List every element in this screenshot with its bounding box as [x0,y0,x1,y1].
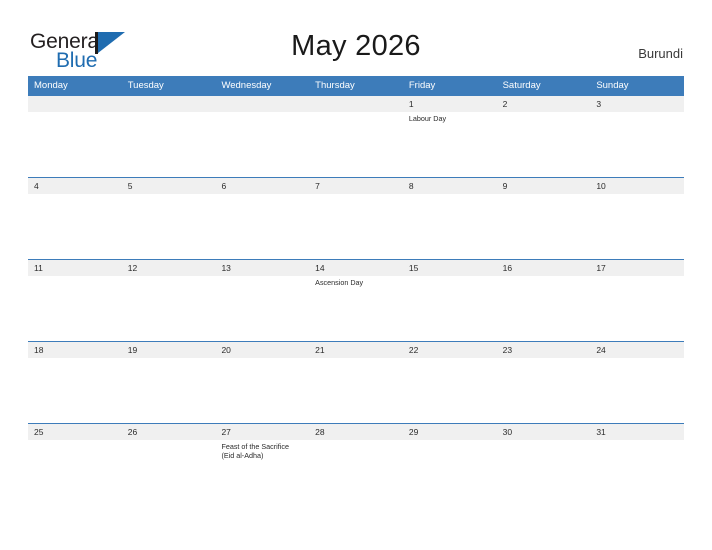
week-row: 25 26 27 28 29 30 31 Feast of the Sacrif… [28,423,684,512]
day-number[interactable]: 25 [28,424,122,440]
day-event[interactable] [122,358,216,423]
week-day-number-band: 1 2 3 [28,96,684,112]
day-event[interactable] [590,194,684,259]
day-number[interactable]: 27 [215,424,309,440]
day-number[interactable]: 6 [215,178,309,194]
day-number[interactable]: 15 [403,260,497,276]
weekday-tuesday: Tuesday [127,80,164,91]
day-number[interactable] [28,96,122,112]
page-title: May 2026 [291,30,421,62]
day-event[interactable] [497,440,591,512]
day-event[interactable] [215,112,309,177]
day-event[interactable] [122,276,216,341]
day-number[interactable]: 16 [497,260,591,276]
week-event-band [28,194,684,259]
day-event[interactable] [497,358,591,423]
day-number[interactable] [215,96,309,112]
weekday-sunday: Sunday [596,80,629,91]
day-number[interactable]: 11 [28,260,122,276]
day-number[interactable]: 1 [403,96,497,112]
day-event[interactable] [28,358,122,423]
day-event[interactable] [122,194,216,259]
day-number[interactable]: 9 [497,178,591,194]
day-event[interactable] [403,276,497,341]
day-event[interactable] [309,194,403,259]
calendar-grid: Monday Tuesday Wednesday Thursday Friday… [28,76,684,512]
day-number[interactable]: 23 [497,342,591,358]
day-event[interactable] [122,440,216,512]
day-event[interactable] [309,358,403,423]
day-event[interactable] [403,358,497,423]
day-number[interactable]: 2 [497,96,591,112]
weekday-saturday: Saturday [502,80,541,91]
weekday-friday: Friday [408,80,436,91]
week-day-number-band: 4 5 6 7 8 9 10 [28,178,684,194]
day-event[interactable] [215,194,309,259]
week-event-band [28,358,684,423]
day-number[interactable]: 5 [122,178,216,194]
day-event[interactable] [590,358,684,423]
day-event[interactable]: Ascension Day [309,276,403,341]
day-event[interactable] [215,276,309,341]
day-event[interactable] [28,194,122,259]
day-number[interactable]: 24 [590,342,684,358]
day-event[interactable] [497,276,591,341]
day-number[interactable]: 8 [403,178,497,194]
week-day-number-band: 25 26 27 28 29 30 31 [28,424,684,440]
week-row: 4 5 6 7 8 9 10 [28,177,684,259]
week-day-number-band: 11 12 13 14 15 16 17 [28,260,684,276]
day-number[interactable]: 30 [497,424,591,440]
day-number[interactable]: 13 [215,260,309,276]
week-row: 1 2 3 Labour Day [28,96,684,177]
day-event[interactable] [403,440,497,512]
weekday-header-row: Monday Tuesday Wednesday Thursday Friday… [28,76,684,96]
week-row: 18 19 20 21 22 23 24 [28,341,684,423]
day-event[interactable] [590,112,684,177]
day-number[interactable]: 20 [215,342,309,358]
day-number[interactable]: 29 [403,424,497,440]
day-event[interactable]: Feast of the Sacrifice (Eid al-Adha) [215,440,309,512]
day-number[interactable]: 10 [590,178,684,194]
day-number[interactable]: 18 [28,342,122,358]
day-number[interactable] [309,96,403,112]
day-event[interactable] [497,112,591,177]
day-event[interactable] [28,112,122,177]
day-event[interactable] [590,276,684,341]
day-number[interactable]: 26 [122,424,216,440]
week-event-band: Feast of the Sacrifice (Eid al-Adha) [28,440,684,512]
day-number[interactable]: 4 [28,178,122,194]
day-number[interactable] [122,96,216,112]
week-day-number-band: 18 19 20 21 22 23 24 [28,342,684,358]
week-row: 11 12 13 14 15 16 17 Ascension Day [28,259,684,341]
day-number[interactable]: 21 [309,342,403,358]
weekday-wednesday: Wednesday [221,80,272,91]
day-event[interactable] [215,358,309,423]
day-number[interactable]: 17 [590,260,684,276]
day-event[interactable] [28,276,122,341]
day-event[interactable] [309,112,403,177]
day-number[interactable]: 12 [122,260,216,276]
day-number[interactable]: 3 [590,96,684,112]
day-event[interactable] [403,194,497,259]
page-header: General Blue May 2026 Burundi [0,0,712,76]
day-event[interactable] [497,194,591,259]
week-event-band: Ascension Day [28,276,684,341]
calendar-page: General Blue May 2026 Burundi Monday Tue… [0,0,712,550]
day-event[interactable] [122,112,216,177]
day-number[interactable]: 19 [122,342,216,358]
day-number[interactable]: 31 [590,424,684,440]
day-event[interactable]: Labour Day [403,112,497,177]
weekday-thursday: Thursday [315,80,355,91]
week-event-band: Labour Day [28,112,684,177]
day-event[interactable] [590,440,684,512]
day-number[interactable]: 22 [403,342,497,358]
day-event[interactable] [309,440,403,512]
day-number[interactable]: 28 [309,424,403,440]
day-number[interactable]: 14 [309,260,403,276]
day-event[interactable] [28,440,122,512]
weekday-monday: Monday [34,80,68,91]
country-label: Burundi [638,46,683,61]
day-number[interactable]: 7 [309,178,403,194]
